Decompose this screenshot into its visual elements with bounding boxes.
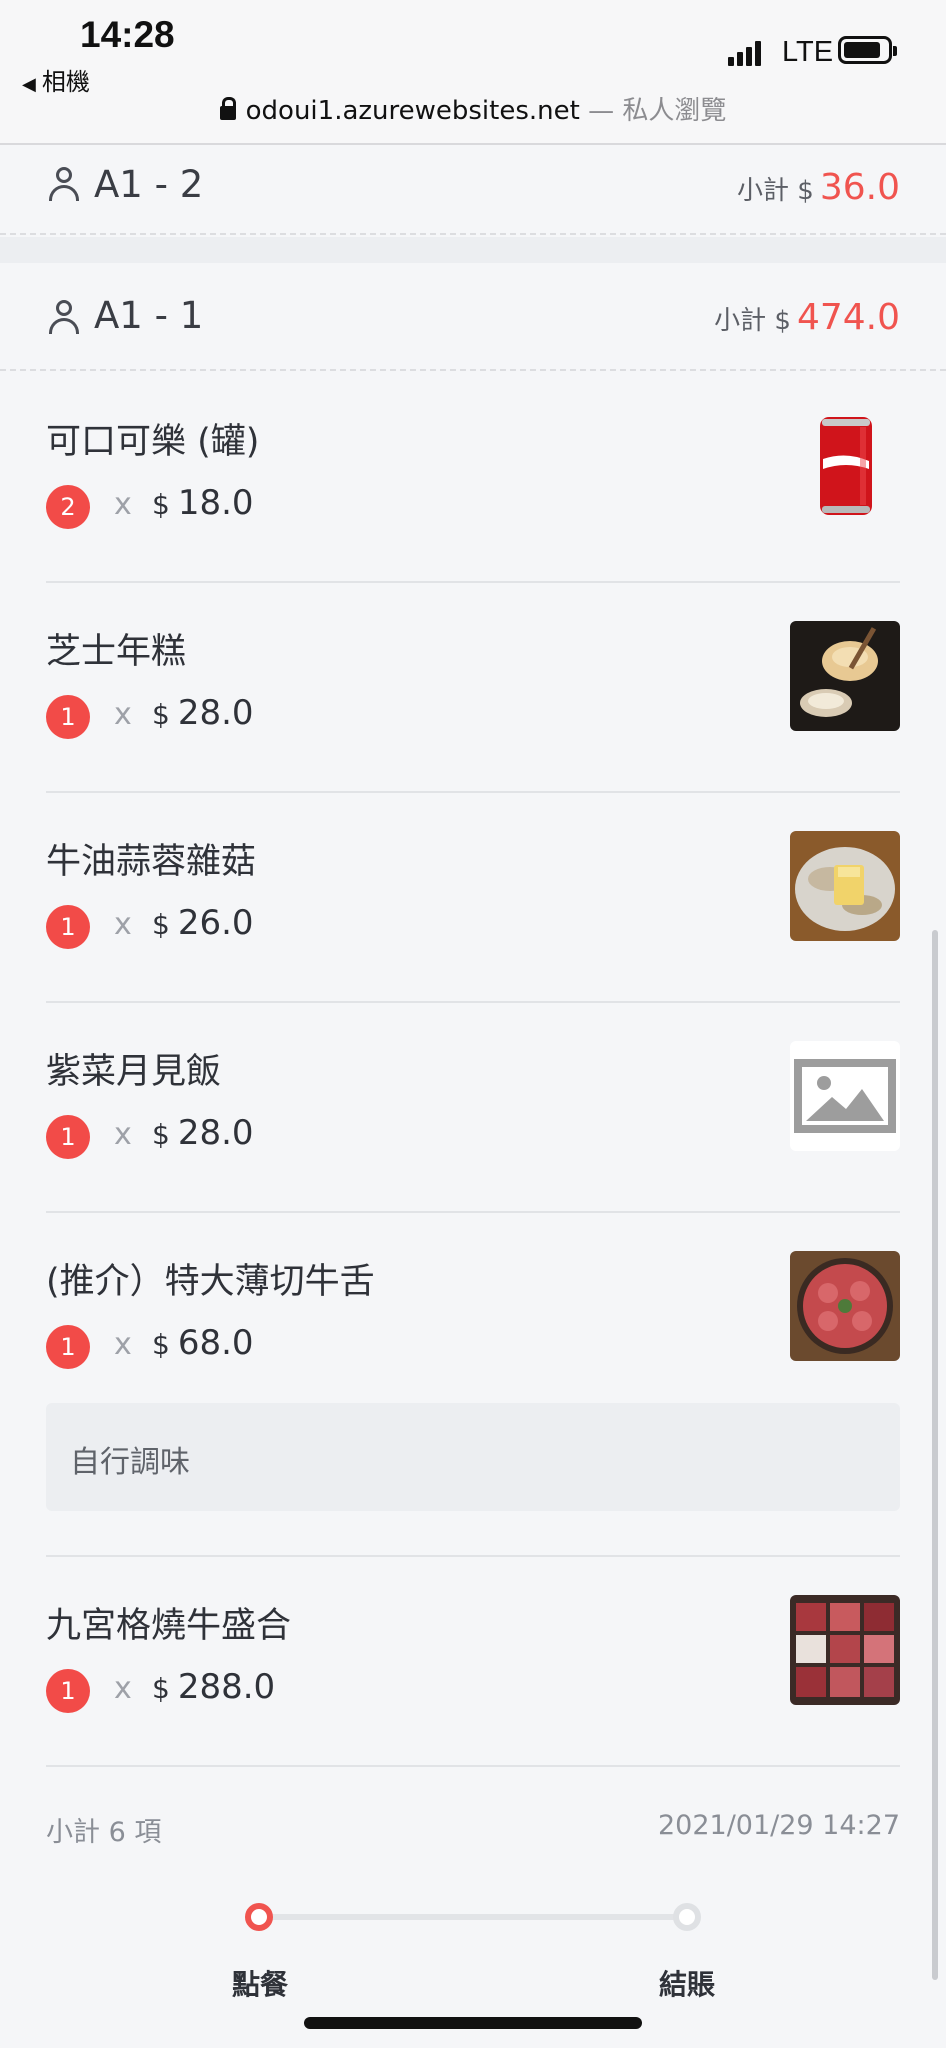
order-timestamp: 2021/01/29 14:27 — [657, 1810, 900, 1841]
item-price: $288.0 — [152, 1667, 275, 1707]
item-name: 芝士年糕 — [46, 632, 187, 672]
step-dot-checkout[interactable] — [673, 1903, 701, 1931]
price-value: 28.0 — [177, 693, 254, 733]
price-value: 28.0 — [177, 1113, 254, 1153]
subtotal-label: 小計 $ — [714, 306, 791, 336]
item-price: $18.0 — [152, 483, 254, 523]
item-name: (推介）特大薄切牛舌 — [46, 1262, 375, 1302]
times-sign: x — [114, 1671, 132, 1706]
group-name: A1 - 2 — [94, 163, 204, 206]
group-subtotal: 小計 $36.0 — [737, 167, 900, 208]
group-name: A1 - 1 — [94, 294, 204, 337]
item-name: 紫菜月見飯 — [46, 1052, 222, 1092]
order-item[interactable]: (推介）特大薄切牛舌 1 x $68.0 自行調味 — [46, 1213, 900, 1557]
item-price: $26.0 — [152, 903, 254, 943]
url-bar[interactable]: odoui1.azurewebsites.net — 私人瀏覽 — [0, 90, 946, 127]
clock: 14:28 — [80, 14, 175, 55]
order-item[interactable]: 紫菜月見飯 1 x $28.0 — [46, 1003, 900, 1213]
times-sign: x — [114, 1327, 132, 1362]
quantity-badge: 1 — [46, 1669, 90, 1713]
subtotal-amount: 36.0 — [819, 167, 900, 208]
price-value: 68.0 — [177, 1323, 254, 1363]
url-text: odoui1.azurewebsites.net — [245, 96, 580, 126]
group-separator — [0, 237, 946, 263]
item-price: $28.0 — [152, 1113, 254, 1153]
sliced-beef-tongue-image — [790, 1251, 900, 1361]
home-indicator[interactable] — [304, 2017, 642, 2029]
item-name: 可口可樂 (罐) — [46, 422, 260, 462]
coca-cola-can-image — [790, 411, 900, 521]
item-price: $28.0 — [152, 693, 254, 733]
person-icon — [48, 167, 80, 201]
image-placeholder-icon — [790, 1041, 900, 1151]
price-value: 18.0 — [177, 483, 254, 523]
currency-symbol: $ — [152, 488, 170, 521]
currency-symbol: $ — [152, 1672, 170, 1705]
group-subtotal: 小計 $474.0 — [714, 297, 900, 338]
order-item[interactable]: 芝士年糕 1 x $28.0 — [46, 583, 900, 793]
subtotal-label: 小計 $ — [737, 176, 814, 206]
times-sign: x — [114, 907, 132, 942]
lock-icon — [219, 97, 236, 120]
butter-garlic-mushroom-image — [790, 831, 900, 941]
note-text: 自行調味 — [70, 1445, 190, 1480]
item-name: 牛油蒜蓉雜菇 — [46, 842, 257, 882]
step-dot-order[interactable] — [245, 1903, 273, 1931]
group-header-a1-2[interactable]: A1 - 2 小計 $36.0 — [0, 147, 946, 235]
item-note: 自行調味 — [46, 1403, 900, 1511]
price-value: 26.0 — [177, 903, 254, 943]
order-item[interactable]: 九宮格燒牛盛合 1 x $288.0 — [46, 1557, 900, 1767]
price-value: 288.0 — [177, 1667, 276, 1707]
quantity-badge: 1 — [46, 1115, 90, 1159]
item-price: $68.0 — [152, 1323, 254, 1363]
times-sign: x — [114, 1117, 132, 1152]
quantity-badge: 1 — [46, 695, 90, 739]
network-type: LTE — [782, 36, 834, 68]
quantity-badge: 1 — [46, 905, 90, 949]
step-connector — [259, 1914, 687, 1920]
subtotal-amount: 474.0 — [796, 297, 900, 338]
private-mode-label: — 私人瀏覽 — [588, 96, 727, 126]
battery-icon — [838, 36, 897, 64]
status-bar: 14:28 ◀ 相機 LTE odoui1.azurewebsites.net —… — [0, 0, 946, 145]
quantity-badge: 1 — [46, 1325, 90, 1369]
scrollbar[interactable] — [932, 930, 938, 1980]
beef-platter-image — [790, 1595, 900, 1705]
order-progress-steps: 點餐 結賬 — [0, 1895, 946, 2015]
item-count: 小計 6 項 — [46, 1817, 162, 1848]
step-label-checkout[interactable]: 結賬 — [659, 1963, 715, 2003]
order-item[interactable]: 牛油蒜蓉雜菇 1 x $26.0 — [46, 793, 900, 1003]
times-sign: x — [114, 697, 132, 732]
currency-symbol: $ — [152, 1118, 170, 1151]
item-name: 九宮格燒牛盛合 — [46, 1606, 292, 1646]
cheese-rice-cake-image — [790, 621, 900, 731]
currency-symbol: $ — [152, 908, 170, 941]
step-label-order[interactable]: 點餐 — [232, 1963, 288, 2003]
person-icon — [48, 300, 80, 334]
times-sign: x — [114, 487, 132, 522]
quantity-badge: 2 — [46, 485, 90, 529]
currency-symbol: $ — [152, 1328, 170, 1361]
currency-symbol: $ — [152, 698, 170, 731]
group-header-a1-1[interactable]: A1 - 1 小計 $474.0 — [0, 263, 946, 371]
signal-icon — [728, 40, 768, 66]
order-item[interactable]: 可口可樂 (罐) 2 x $18.0 — [46, 373, 900, 583]
